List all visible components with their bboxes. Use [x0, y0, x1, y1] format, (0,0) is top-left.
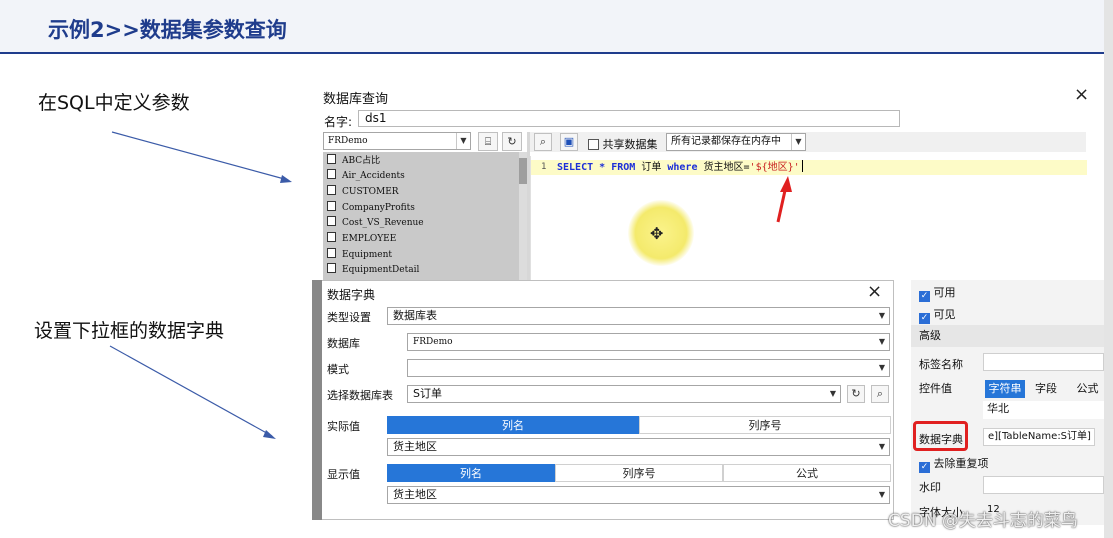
- chevron-down-icon: ▼: [878, 337, 886, 346]
- actual-value-select-row: 货主地区 ▼: [313, 436, 893, 458]
- type-setting-label: 类型设置: [327, 311, 371, 324]
- watermark-text: CSDN @失去斗志的菜鸟: [888, 511, 1078, 531]
- chevron-down-icon: ▼: [878, 442, 886, 451]
- widget-properties-panel: ✓ 可用 ✓ 可见 高级 标签名称 控件值 字符串 字段 公式 华北 数据字典 …: [911, 280, 1104, 525]
- window-left-edge: [312, 280, 322, 520]
- panel-gap: [895, 280, 911, 525]
- slide: 示例2>>数据集参数查询 在SQL中定义参数 设置下拉框的数据字典 数据库查询 …: [0, 0, 1113, 538]
- display-tab-column-index[interactable]: 列序号: [555, 464, 723, 482]
- select-table-row: 选择数据库表 S订单 ▼ ↻ ⌕: [313, 383, 893, 405]
- display-value-row: 显示值 列名 列序号 公式: [313, 462, 893, 484]
- dedupe-checkbox[interactable]: ✓ 去除重复项: [919, 455, 989, 473]
- tag-name-input[interactable]: [983, 353, 1104, 371]
- actual-value-label: 实际值: [327, 420, 360, 433]
- chevron-down-icon: ▼: [829, 389, 837, 398]
- chevron-down-icon: ▼: [878, 490, 886, 499]
- actual-value-select[interactable]: 货主地区 ▼: [387, 438, 890, 456]
- actual-tab-column-name[interactable]: 列名: [387, 416, 639, 434]
- tag-name-label: 标签名称: [919, 358, 963, 371]
- value-tab-field[interactable]: 字段: [1029, 380, 1063, 398]
- display-value-select[interactable]: 货主地区 ▼: [387, 486, 890, 504]
- close-icon[interactable]: ×: [867, 281, 882, 302]
- database-row: 数据库 FRDemo ▼: [313, 331, 893, 353]
- data-dictionary-window: 数据字典 × 类型设置 数据库表 ▼ 数据库 FRDemo ▼ 模式 ▼ 选择数…: [312, 280, 894, 520]
- database-label: 数据库: [327, 337, 360, 350]
- checkbox-checked-icon: ✓: [919, 291, 930, 302]
- checkbox-checked-icon: ✓: [919, 462, 930, 473]
- type-setting-row: 类型设置 数据库表 ▼: [313, 305, 893, 327]
- schema-row: 模式 ▼: [313, 357, 893, 379]
- display-value-label: 显示值: [327, 468, 360, 481]
- refresh-icon[interactable]: ↻: [847, 385, 865, 403]
- watermark-input[interactable]: [983, 476, 1104, 494]
- visible-checkbox[interactable]: ✓ 可见: [919, 306, 956, 324]
- select-table-label: 选择数据库表: [327, 389, 393, 402]
- preview-icon[interactable]: ⌕: [871, 385, 889, 403]
- actual-tab-column-index[interactable]: 列序号: [639, 416, 891, 434]
- dictionary-highlight-box: [913, 421, 968, 451]
- database-select[interactable]: FRDemo ▼: [407, 333, 890, 351]
- display-tab-formula[interactable]: 公式: [723, 464, 891, 482]
- checkbox-checked-icon: ✓: [919, 313, 930, 324]
- actual-value-row: 实际值 列名 列序号: [313, 414, 893, 436]
- value-tab-formula[interactable]: 公式: [1071, 380, 1104, 398]
- data-dictionary-title: 数据字典: [327, 288, 376, 302]
- widget-value-input[interactable]: 华北: [983, 401, 1104, 419]
- value-tab-string[interactable]: 字符串: [985, 380, 1025, 398]
- chevron-down-icon: ▼: [878, 363, 886, 372]
- type-setting-select[interactable]: 数据库表 ▼: [387, 307, 890, 325]
- advanced-section-header[interactable]: 高级: [911, 325, 1104, 347]
- watermark-label: 水印: [919, 481, 941, 494]
- schema-label: 模式: [327, 363, 349, 376]
- widget-value-label: 控件值: [919, 382, 952, 395]
- schema-select[interactable]: ▼: [407, 359, 890, 377]
- display-value-select-row: 货主地区 ▼: [313, 484, 893, 506]
- select-table-select[interactable]: S订单 ▼: [407, 385, 841, 403]
- move-cursor-icon: ✥: [650, 224, 664, 243]
- enabled-checkbox[interactable]: ✓ 可用: [919, 284, 956, 302]
- display-tab-column-name[interactable]: 列名: [387, 464, 555, 482]
- data-dictionary-input[interactable]: e][TableName:S订单]: [983, 428, 1095, 446]
- chevron-down-icon: ▼: [878, 311, 886, 320]
